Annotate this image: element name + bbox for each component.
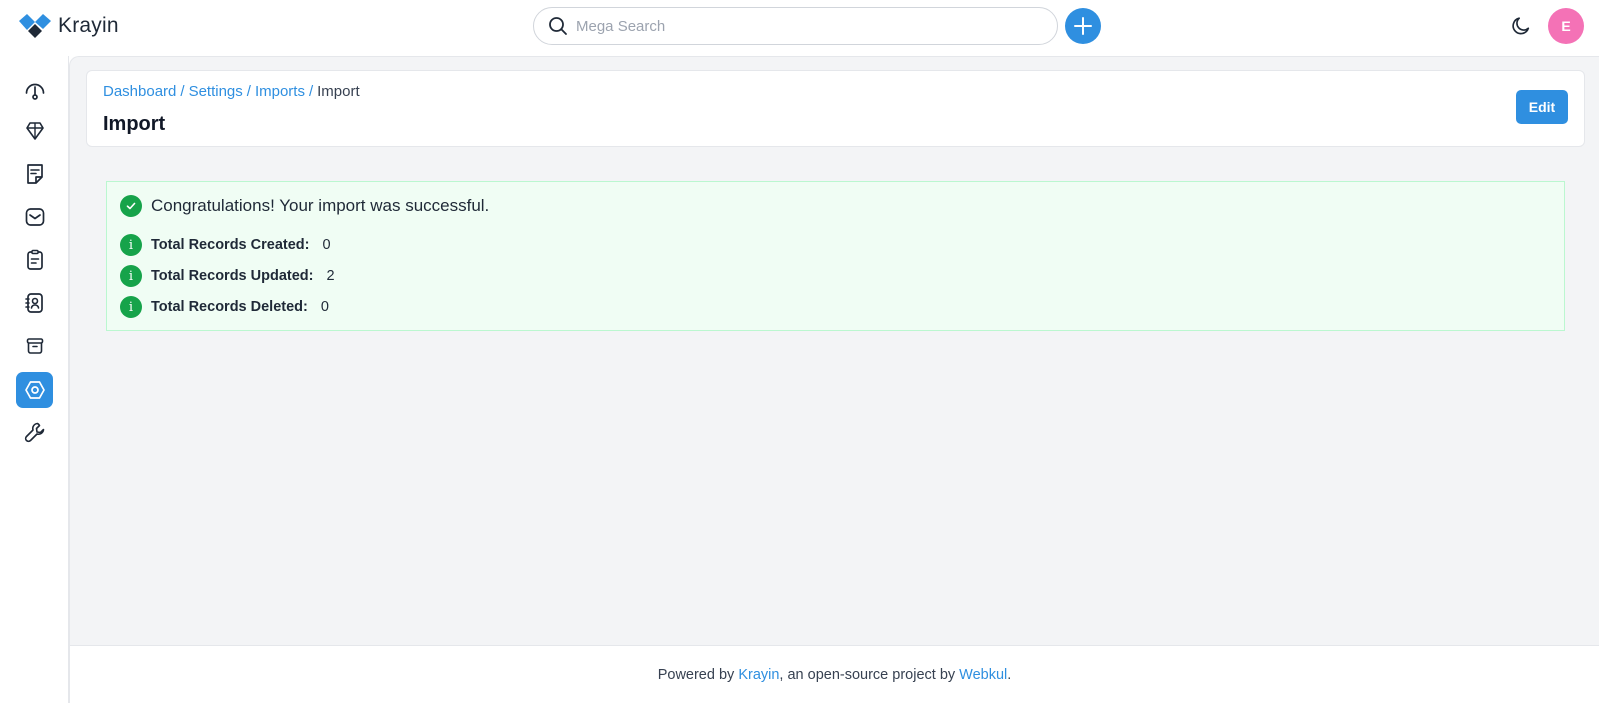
footer-webkul-link[interactable]: Webkul (959, 667, 1007, 683)
stat-records-deleted: i Total Records Deleted: 0 (120, 296, 329, 318)
sidebar-nav (0, 56, 69, 703)
footer-krayin-link[interactable]: Krayin (738, 667, 779, 683)
sidebar-item-products[interactable] (16, 328, 53, 364)
sidebar-item-dashboard[interactable] (16, 72, 53, 108)
quotes-icon (26, 164, 43, 184)
breadcrumb-separator: / (308, 83, 314, 100)
moon-icon (1512, 17, 1530, 35)
page-footer: Powered by Krayin, an open-source projec… (69, 645, 1599, 703)
brand-logo[interactable]: Krayin (18, 14, 119, 38)
sidebar-item-configuration[interactable] (16, 414, 53, 450)
stat-label: Total Records Deleted: (151, 299, 308, 315)
import-success-panel: Congratulations! Your import was success… (106, 181, 1565, 331)
stat-value: 0 (322, 237, 331, 253)
settings-icon (24, 381, 45, 399)
success-message: Congratulations! Your import was success… (151, 196, 490, 215)
stat-label: Total Records Updated: (151, 268, 314, 284)
breadcrumb-separator: / (246, 83, 251, 100)
sidebar-item-settings[interactable] (16, 372, 53, 408)
sidebar-item-mail[interactable] (16, 199, 53, 235)
sidebar-item-leads[interactable] (16, 113, 53, 149)
footer-middle: , an open-source project by (779, 666, 956, 683)
breadcrumb-settings[interactable]: Settings (189, 83, 243, 100)
footer-suffix: . (1007, 666, 1012, 683)
activities-icon (26, 249, 43, 270)
mail-icon (25, 208, 44, 226)
breadcrumb-imports[interactable]: Imports (255, 83, 305, 100)
brand-name: Krayin (58, 14, 119, 37)
sidebar-item-activities[interactable] (16, 242, 53, 278)
breadcrumb-dashboard[interactable]: Dashboard (103, 83, 176, 100)
configuration-wrench-icon (24, 422, 44, 443)
quick-create-button[interactable] (1065, 8, 1101, 44)
main-content: Dashboard / Settings / Imports / Import … (69, 56, 1599, 645)
info-icon: i (120, 234, 142, 256)
search-icon (549, 17, 567, 35)
edit-button[interactable]: Edit (1516, 90, 1568, 124)
info-icon: i (120, 265, 142, 287)
top-header: Krayin E (0, 0, 1599, 52)
stat-records-updated: i Total Records Updated: 2 (120, 265, 335, 287)
stat-value: 2 (326, 268, 335, 284)
breadcrumb: Dashboard / Settings / Imports / Import (103, 83, 360, 100)
mega-search-bar[interactable] (533, 7, 1058, 45)
page-title: Import (103, 113, 166, 135)
footer-prefix: Powered by (657, 666, 735, 683)
stat-records-created: i Total Records Created: 0 (120, 234, 331, 256)
leads-icon (25, 122, 44, 140)
check-circle-icon (120, 195, 142, 217)
page-header-card: Dashboard / Settings / Imports / Import … (86, 70, 1585, 147)
dark-mode-toggle[interactable] (1508, 13, 1534, 39)
products-icon (26, 338, 43, 354)
breadcrumb-current: Import (317, 83, 360, 100)
sidebar-item-contacts[interactable] (16, 285, 53, 321)
success-message-row: Congratulations! Your import was success… (120, 195, 489, 217)
stat-label: Total Records Created: (151, 237, 310, 253)
stat-value: 0 (320, 299, 329, 315)
krayin-logo-icon (19, 14, 51, 38)
user-avatar[interactable]: E (1548, 8, 1584, 44)
contacts-icon (24, 293, 43, 313)
plus-icon (1074, 17, 1092, 35)
sidebar-item-quotes[interactable] (16, 156, 53, 192)
dashboard-gauge-icon (25, 83, 44, 100)
mega-search-input[interactable] (576, 17, 1016, 35)
info-icon: i (120, 296, 142, 318)
breadcrumb-separator: / (180, 83, 185, 100)
